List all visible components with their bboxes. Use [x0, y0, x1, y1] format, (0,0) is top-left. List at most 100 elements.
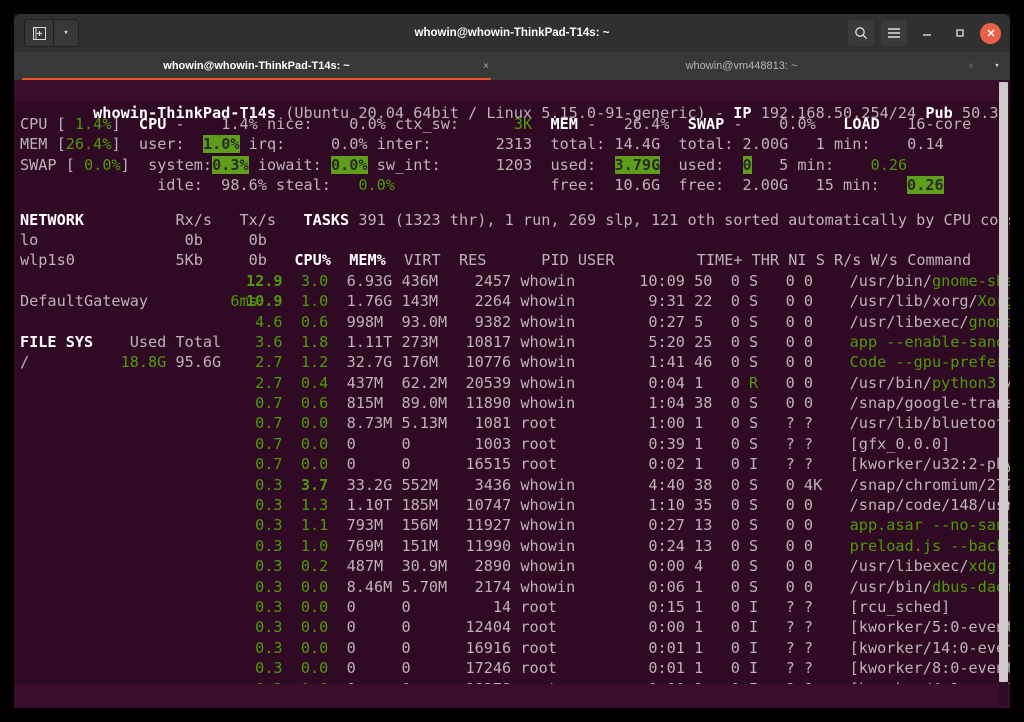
stats-row: SWAP [ 0.0%] system:0.3% iowait: 0.0% sw…	[20, 155, 1010, 175]
ptable-col-ni[interactable]: NI	[788, 251, 806, 269]
proc-pid: 10817	[447, 332, 512, 351]
proc-time: 0:04	[584, 373, 685, 392]
cpu-irq-label: irq:	[248, 135, 286, 154]
proc-thr: 13	[694, 516, 722, 535]
proc-mem: 0.0	[282, 597, 329, 616]
proc-cpu: 0.3	[246, 516, 283, 535]
proc-virt: 1.10T	[346, 496, 393, 515]
ptable-col-cpu[interactable]: CPU%	[294, 251, 331, 269]
proc-user: whowin	[520, 271, 585, 290]
table-row[interactable]: 0.7 0.0 8.73M 5.13M 1081 root 1:00 1 0 S…	[20, 413, 1010, 433]
tab-list-dropdown-icon[interactable]: ▾	[984, 52, 1010, 80]
mem-total-value: 14.4G	[614, 135, 661, 154]
proc-state: S	[749, 557, 759, 576]
proc-time: 0:15	[584, 597, 685, 616]
table-row[interactable]: 0.3 1.0 769M 151M 11990 whowin 0:24 13 0…	[20, 536, 1010, 556]
table-row[interactable]: 12.9 3.0 6.93G 436M 2457 whowin 10:09 50…	[20, 271, 1010, 291]
proc-time: 0:01	[584, 638, 685, 657]
tab-close-icon[interactable]: ×	[483, 61, 489, 72]
proc-pid: 11927	[447, 516, 512, 535]
proc-res: 176M	[401, 353, 448, 372]
table-row[interactable]: 0.3 0.0 0 0 16916 root 0:01 1 0 I ? ? [k…	[20, 638, 1010, 658]
mem-title: MEM	[550, 115, 578, 133]
load-title: LOAD	[843, 115, 880, 133]
table-row[interactable]: 0.7 0.0 0 0 16515 root 0:02 1 0 I ? ? [k…	[20, 454, 1010, 474]
ptable-col-user[interactable]: USER	[578, 251, 615, 269]
proc-mem: 0.0	[282, 659, 329, 678]
proc-state: I	[749, 455, 759, 474]
proc-res: 151M	[401, 536, 448, 555]
hamburger-menu-icon[interactable]	[881, 20, 907, 46]
table-row[interactable]: 0.3 0.0 0 0 17246 root 0:01 1 0 I ? ? [k…	[20, 658, 1010, 678]
proc-res: 62.2M	[401, 373, 448, 392]
terminal-screen[interactable]: whowin-ThinkPad-T14s (Ubuntu 20.04 64bit…	[14, 80, 1010, 708]
tab-close-icon[interactable]: ×	[968, 61, 974, 72]
table-row[interactable]: 0.3 3.7 33.2G 552M 3436 whowin 4:40 38 0…	[20, 475, 1010, 495]
table-row[interactable]: 0.7 0.6 815M 89.0M 11890 whowin 1:04 38 …	[20, 393, 1010, 413]
network-wlp1s0-rx: 5Kb	[175, 251, 203, 270]
new-tab-icon[interactable]	[24, 19, 53, 47]
proc-res: 30.9M	[401, 557, 448, 576]
table-row[interactable]: 2.7 0.4 437M 62.2M 20539 whowin 0:04 1 0…	[20, 373, 1010, 393]
table-row[interactable]: 0.7 0.0 0 0 1003 root 0:39 1 0 S ? ? [gf…	[20, 434, 1010, 454]
proc-user: root	[520, 638, 585, 657]
tab-bar: whowin@whowin-ThinkPad-T14s: ~ × whowin@…	[14, 52, 1010, 80]
proc-ni: 0	[721, 394, 740, 413]
proc-res: 185M	[401, 496, 448, 515]
ptable-col-time[interactable]: TIME+	[697, 251, 743, 269]
proc-virt: 487M	[346, 557, 393, 576]
ptable-col-s[interactable]: S	[816, 251, 825, 269]
load-5min-value: 0.26	[870, 155, 908, 174]
proc-state: S	[749, 414, 759, 433]
proc-command: /snap/chromium/2724/u	[849, 475, 1010, 494]
proc-command: [kworker/14:0-events]	[849, 638, 1010, 657]
minimize-icon[interactable]	[914, 20, 940, 46]
ptable-col-virt[interactable]: VIRT	[404, 251, 441, 269]
ptable-col-mem[interactable]: MEM%	[349, 251, 386, 269]
table-row[interactable]: FILE SYS Used Total 3.6 1.8 1.11T 273M 1…	[20, 332, 1010, 352]
proc-ws: 0	[803, 312, 823, 331]
new-tab-dropdown-icon[interactable]: ▾	[53, 19, 79, 47]
tab-whowin-thinkpad[interactable]: whowin@whowin-ThinkPad-T14s: ~ ×	[14, 52, 499, 80]
ptable-col-thr[interactable]: THR	[752, 251, 779, 269]
table-row[interactable]: / 18.8G 95.6G 2.7 1.2 32.7G 176M 10776 w…	[20, 352, 1010, 372]
titlebar-right-controls	[848, 20, 1001, 46]
quicklook-mem-value: 26.4%	[65, 135, 112, 154]
proc-pid: 14	[447, 597, 512, 616]
table-row[interactable]: 4.6 0.6 998M 93.0M 9382 whowin 0:27 5 0 …	[20, 312, 1010, 332]
network-row: wlp1s0 5Kb 0b CPU% MEM% VIRT RES PID USE…	[20, 250, 1010, 270]
proc-user: whowin	[520, 475, 585, 494]
table-row[interactable]: 0.3 1.3 1.10T 185M 10747 whowin 1:10 35 …	[20, 495, 1010, 515]
table-row[interactable]: 0.3 0.2 487M 30.9M 2890 whowin 0:00 4 0 …	[20, 556, 1010, 576]
table-row[interactable]: 0.3 0.0 0 0 12404 root 0:00 1 0 I ? ? [k…	[20, 617, 1010, 637]
ptable-col-rs[interactable]: R/s	[834, 251, 861, 269]
ptable-col-pid[interactable]: PID	[541, 251, 568, 269]
proc-cpu: 4.6	[246, 312, 283, 331]
table-row[interactable]: 0.3 0.0 0 0 14 root 0:15 1 0 I ? ? [rcu_…	[20, 597, 1010, 617]
swap-used-label: used:	[678, 155, 725, 174]
close-icon[interactable]	[980, 22, 1001, 44]
ptable-col-res[interactable]: RES	[459, 251, 486, 269]
cpu-system-label: system:	[148, 155, 213, 174]
ptable-col-ws[interactable]: W/s	[871, 251, 898, 269]
proc-ws: 0	[803, 373, 823, 392]
proc-pid: 1081	[447, 414, 512, 433]
proc-ni: 0	[721, 536, 740, 555]
proc-cpu: 3.6	[246, 332, 283, 351]
terminal-scrollbar-thumb[interactable]	[999, 82, 1008, 682]
proc-ws: 0	[803, 394, 823, 413]
tab-whowin-vm448813[interactable]: whowin@vm448813: ~ ×	[499, 52, 984, 80]
proc-state: S	[749, 516, 759, 535]
load-5min-label: 5 min:	[779, 155, 834, 174]
table-row[interactable]: 0.3 1.1 793M 156M 11927 whowin 0:27 13 0…	[20, 515, 1010, 535]
mem-total-label: total:	[550, 135, 606, 154]
maximize-icon[interactable]	[947, 20, 973, 46]
search-icon[interactable]	[848, 20, 874, 46]
table-row[interactable]: DefaultGateway 6ms10.9 1.0 1.76G 143M 22…	[20, 291, 1010, 311]
proc-state: S	[749, 496, 759, 515]
ptable-col-command[interactable]: Command	[907, 251, 971, 269]
proc-cpu: 0.7	[246, 414, 283, 433]
table-row[interactable]: 0.3 0.0 8.46M 5.70M 2174 whowin 0:06 1 0…	[20, 577, 1010, 597]
proc-ws: ?	[803, 455, 823, 474]
proc-cpu: 2.7	[246, 353, 283, 372]
